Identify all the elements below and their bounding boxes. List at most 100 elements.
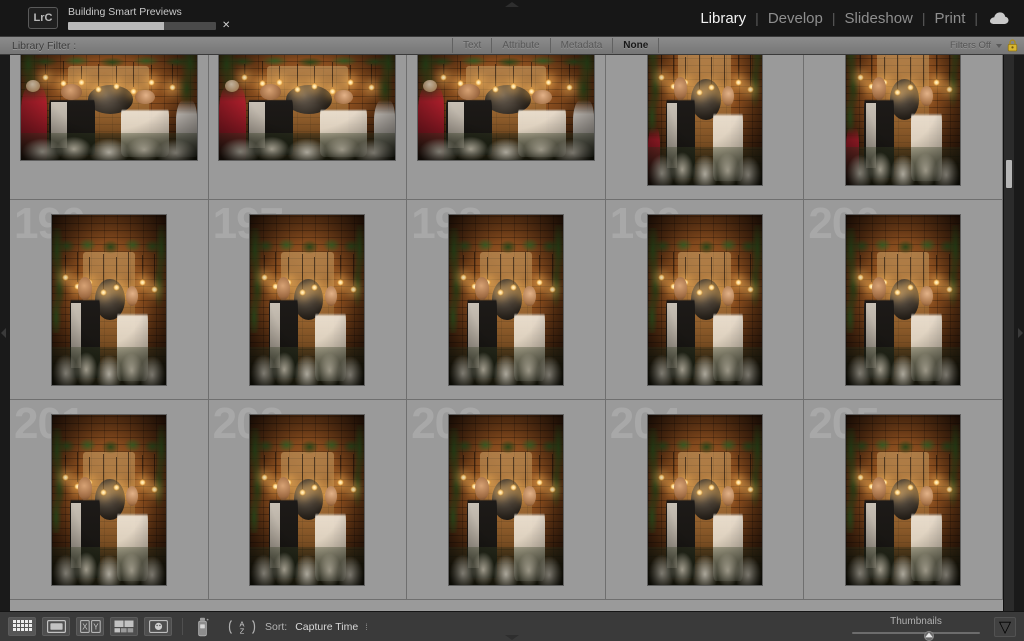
filter-tab-metadata[interactable]: Metadata bbox=[551, 38, 614, 53]
slider-track bbox=[852, 632, 980, 634]
module-picker: Library | Develop | Slideshow | Print | bbox=[691, 10, 1014, 27]
thumbnail-grid: 196197198199200 201202203204205 bbox=[10, 55, 1003, 611]
grid-view-scroll-area[interactable]: 196197198199200 201202203204205 bbox=[10, 55, 1014, 611]
chevron-down-icon[interactable] bbox=[996, 44, 1002, 48]
photo-thumbnail[interactable] bbox=[845, 214, 961, 386]
svg-text:Y: Y bbox=[93, 622, 99, 631]
chevron-down-icon bbox=[505, 635, 519, 640]
survey-view-button[interactable] bbox=[110, 617, 138, 636]
photo-vignette bbox=[648, 215, 762, 385]
grid-cell[interactable]: 202 bbox=[209, 400, 408, 600]
filter-tab-text[interactable]: Text bbox=[452, 38, 492, 53]
photo-scene bbox=[418, 55, 594, 160]
grid-cell[interactable]: 204 bbox=[606, 400, 805, 600]
photo-scene bbox=[846, 55, 960, 185]
grid-cell[interactable] bbox=[10, 55, 209, 200]
vertical-scrollbar[interactable] bbox=[1003, 55, 1014, 611]
filter-state-group: Filters Off bbox=[950, 39, 1018, 52]
compare-view-button[interactable]: X Y bbox=[76, 617, 104, 636]
photo-vignette bbox=[648, 55, 762, 185]
photo-vignette bbox=[449, 415, 563, 585]
grid-cell[interactable]: 205 bbox=[804, 400, 1003, 600]
grid-cell[interactable] bbox=[407, 55, 606, 200]
filter-tab-group: Text Attribute Metadata None bbox=[452, 37, 659, 54]
progress-indicator: Building Smart Previews ✕ bbox=[68, 7, 232, 30]
module-print[interactable]: Print bbox=[926, 10, 975, 27]
photo-scene bbox=[21, 55, 197, 160]
photo-thumbnail[interactable] bbox=[249, 214, 365, 386]
spray-can-icon[interactable] bbox=[193, 616, 213, 638]
bottom-panel-collapse-handle[interactable] bbox=[495, 633, 529, 641]
sort-dropdown-chevron-icon[interactable]: ⁞ bbox=[365, 622, 368, 632]
grid-cell[interactable] bbox=[804, 55, 1003, 200]
photo-vignette bbox=[846, 415, 960, 585]
identity-plate-bar: LrC Building Smart Previews ✕ Library | … bbox=[0, 0, 1024, 36]
grid-view-button[interactable] bbox=[8, 617, 36, 636]
photo-thumbnail[interactable] bbox=[845, 55, 961, 186]
progress-fill bbox=[68, 22, 164, 30]
progress-cancel-button[interactable]: ✕ bbox=[220, 22, 232, 30]
thumbnails-label: Thumbnails bbox=[890, 616, 942, 627]
grid-cell[interactable]: 198 bbox=[407, 200, 606, 400]
photo-thumbnail[interactable] bbox=[20, 55, 198, 161]
grid-cell[interactable]: 196 bbox=[10, 200, 209, 400]
library-filter-bar: Library Filter : Text Attribute Metadata… bbox=[0, 36, 1024, 55]
module-library[interactable]: Library bbox=[691, 10, 755, 27]
photo-vignette bbox=[648, 415, 762, 585]
photo-scene bbox=[846, 415, 960, 585]
filter-tab-none[interactable]: None bbox=[613, 38, 659, 53]
module-separator: | bbox=[974, 10, 978, 26]
photo-thumbnail[interactable] bbox=[845, 414, 961, 586]
sort-direction-button[interactable]: A Z bbox=[225, 617, 259, 637]
sort-value-dropdown[interactable]: Capture Time bbox=[295, 621, 358, 633]
toolbar-divider bbox=[182, 618, 183, 635]
photo-vignette bbox=[250, 215, 364, 385]
loupe-view-button[interactable] bbox=[42, 617, 70, 636]
photo-vignette bbox=[846, 55, 960, 185]
photo-thumbnail[interactable] bbox=[448, 214, 564, 386]
view-mode-buttons: X Y bbox=[8, 617, 172, 636]
lightroom-classic-window: LrC Building Smart Previews ✕ Library | … bbox=[0, 0, 1024, 641]
photo-vignette bbox=[52, 415, 166, 585]
filter-tab-attribute[interactable]: Attribute bbox=[492, 38, 550, 53]
photo-thumbnail[interactable] bbox=[417, 55, 595, 161]
slider-knob[interactable] bbox=[922, 628, 935, 638]
photo-vignette bbox=[219, 55, 395, 160]
photo-thumbnail[interactable] bbox=[51, 214, 167, 386]
library-filter-label: Library Filter : bbox=[12, 40, 76, 52]
top-panel-collapse-handle[interactable] bbox=[495, 0, 529, 8]
photo-scene bbox=[648, 215, 762, 385]
lightroom-logo: LrC bbox=[28, 7, 58, 29]
grid-cell[interactable]: 203 bbox=[407, 400, 606, 600]
photo-thumbnail[interactable] bbox=[218, 55, 396, 161]
padlock-icon[interactable] bbox=[1007, 39, 1018, 52]
photo-thumbnail[interactable] bbox=[249, 414, 365, 586]
grid-cell[interactable]: 199 bbox=[606, 200, 805, 400]
photo-vignette bbox=[250, 415, 364, 585]
people-view-button[interactable] bbox=[144, 617, 172, 636]
grid-cell[interactable]: 201 bbox=[10, 400, 209, 600]
toolbar-options-button[interactable]: ▽ bbox=[994, 617, 1016, 637]
photo-thumbnail[interactable] bbox=[647, 55, 763, 186]
module-slideshow[interactable]: Slideshow bbox=[836, 10, 922, 27]
grid-cell[interactable] bbox=[606, 55, 805, 200]
progress-track bbox=[68, 22, 216, 30]
grid-cell[interactable]: 200 bbox=[804, 200, 1003, 400]
photo-thumbnail[interactable] bbox=[647, 214, 763, 386]
photo-scene bbox=[648, 415, 762, 585]
photo-vignette bbox=[21, 55, 197, 160]
photo-thumbnail[interactable] bbox=[51, 414, 167, 586]
filters-off-label[interactable]: Filters Off bbox=[950, 40, 991, 51]
photo-thumbnail[interactable] bbox=[448, 414, 564, 586]
right-panel-collapse-handle[interactable] bbox=[1014, 55, 1024, 611]
thumbnail-size-slider[interactable] bbox=[852, 628, 980, 638]
cloud-sync-icon[interactable] bbox=[988, 10, 1010, 26]
photo-thumbnail[interactable] bbox=[647, 414, 763, 586]
grid-cell[interactable]: 197 bbox=[209, 200, 408, 400]
svg-text:X: X bbox=[82, 622, 88, 631]
left-panel-collapse-handle[interactable] bbox=[0, 55, 10, 611]
scrollbar-thumb[interactable] bbox=[1006, 160, 1012, 188]
photo-scene bbox=[449, 215, 563, 385]
grid-cell[interactable] bbox=[209, 55, 408, 200]
module-develop[interactable]: Develop bbox=[759, 10, 832, 27]
